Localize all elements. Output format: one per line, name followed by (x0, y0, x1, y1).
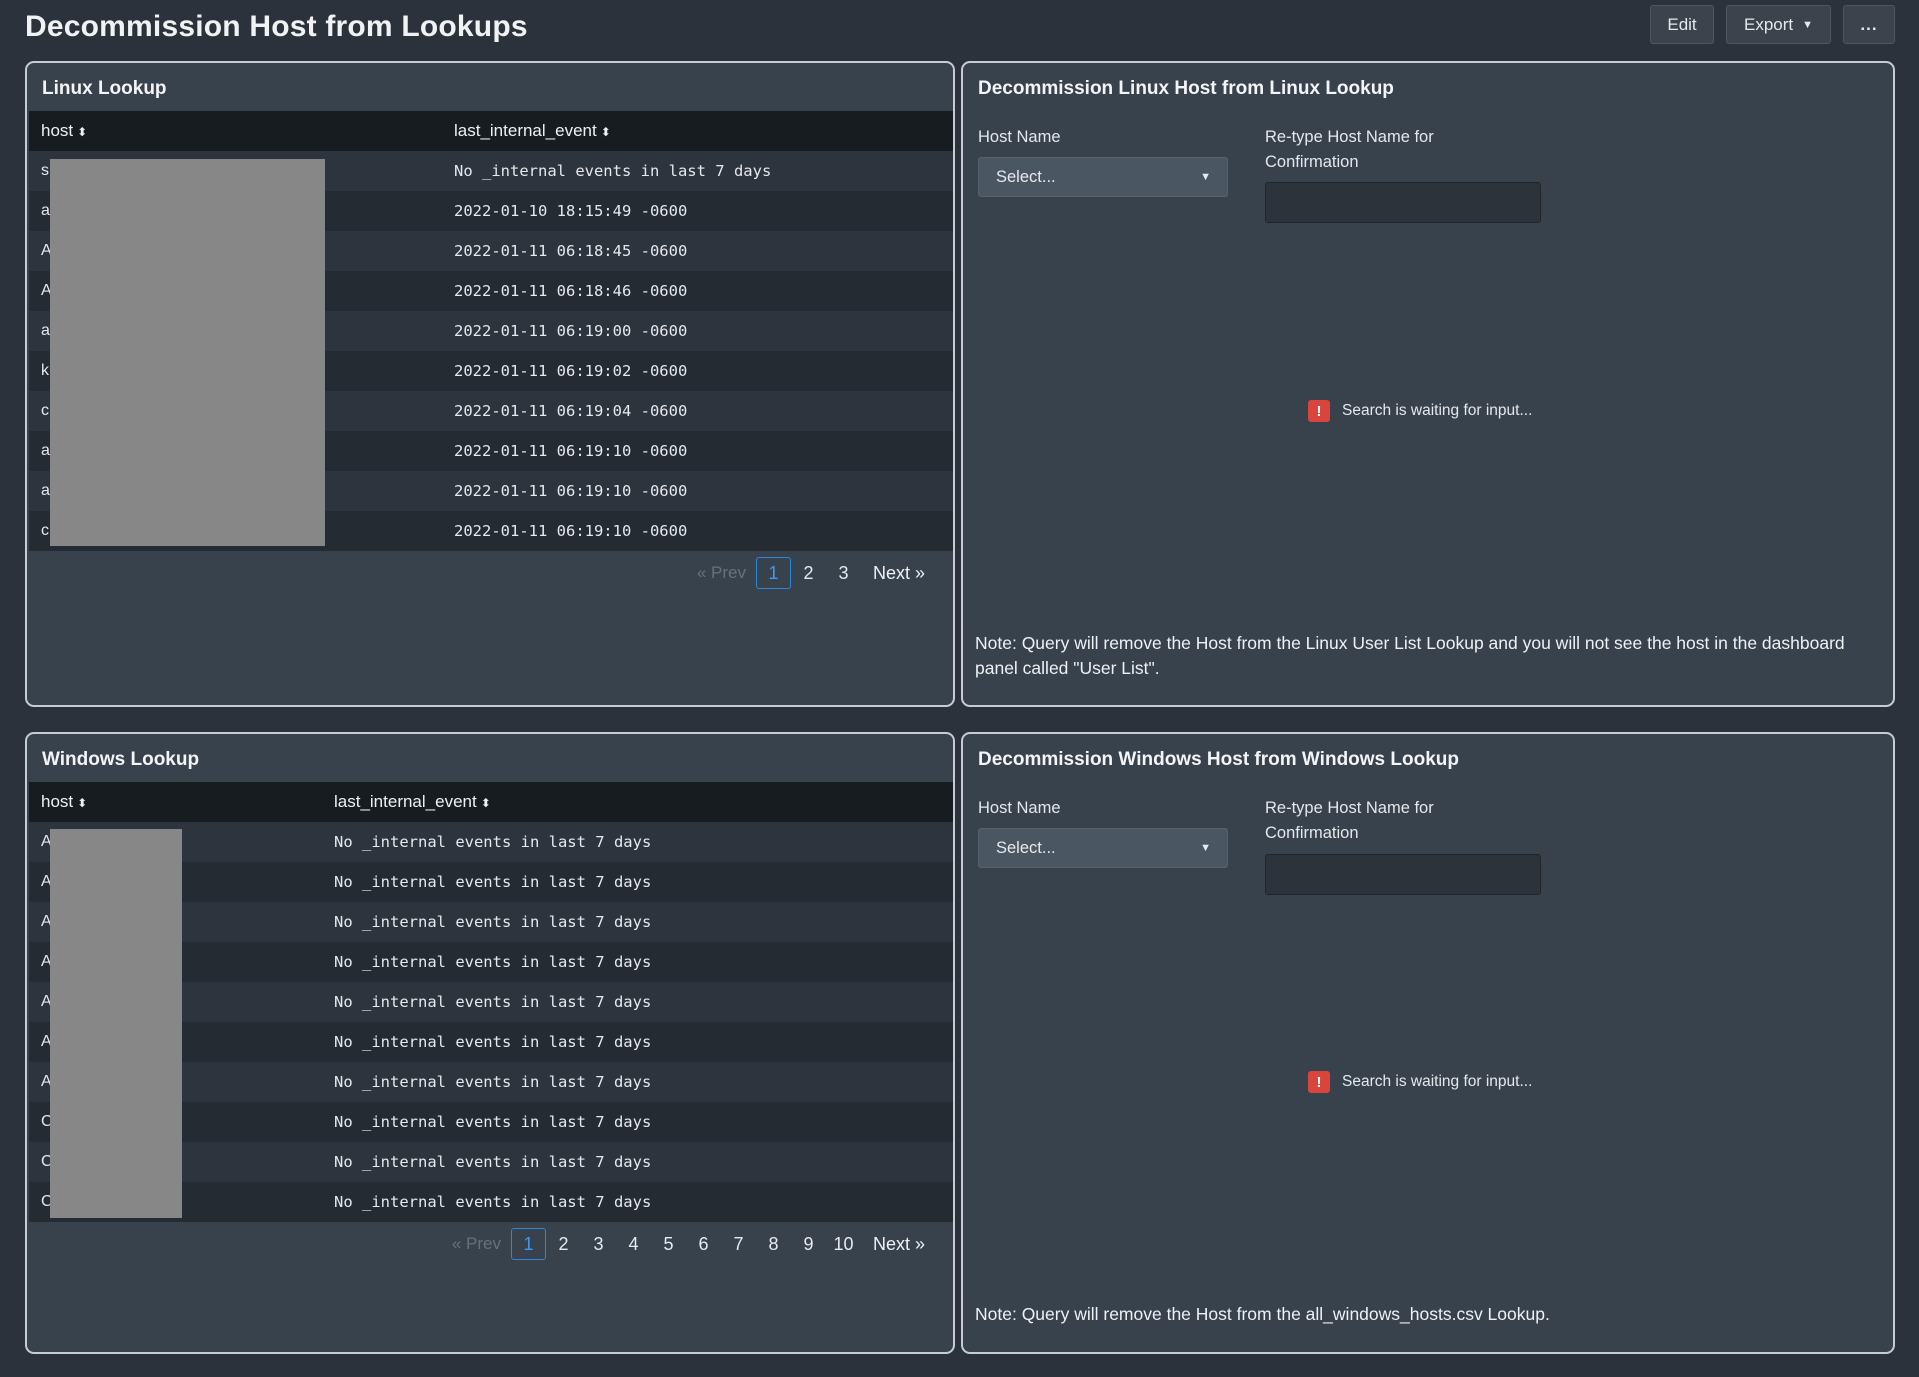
retype-host-label: Re-type Host Name for Confirmation (1265, 128, 1434, 171)
pagination-page[interactable]: 2 (546, 1228, 581, 1260)
pagination-page[interactable]: 4 (616, 1228, 651, 1260)
pagination-page[interactable]: 9 (791, 1228, 826, 1260)
pagination-page[interactable]: 2 (791, 557, 826, 589)
pagination-page[interactable]: 3 (581, 1228, 616, 1260)
host-name-label: Host Name (978, 799, 1061, 817)
event-cell: No _internal events in last 7 days (322, 902, 953, 942)
event-cell: No _internal events in last 7 days (322, 1182, 953, 1222)
search-waiting-message: ! Search is waiting for input... (1308, 400, 1532, 422)
event-cell: No _internal events in last 7 days (322, 942, 953, 982)
pagination-prev: « Prev (451, 1234, 501, 1253)
pagination-page[interactable]: 1 (755, 557, 791, 589)
pagination-page[interactable]: 6 (686, 1228, 721, 1260)
event-cell: No _internal events in last 7 days (322, 1102, 953, 1142)
caret-down-icon: ▼ (1200, 171, 1211, 183)
event-cell: 2022-01-11 06:19:10 -0600 (442, 511, 953, 551)
event-cell: No _internal events in last 7 days (322, 822, 953, 862)
host-name-select[interactable]: Select... ▼ (978, 157, 1228, 197)
column-header-last-internal-event[interactable]: last_internal_event ⬍ (322, 782, 953, 822)
select-placeholder: Select... (996, 167, 1056, 186)
export-button-label: Export (1743, 14, 1794, 34)
column-header-host[interactable]: host ⬍ (29, 782, 322, 822)
redaction-box (50, 159, 325, 546)
event-cell: 2022-01-11 06:19:04 -0600 (442, 391, 953, 431)
pagination-prev: « Prev (696, 563, 746, 582)
pagination-next[interactable]: Next » (873, 1234, 925, 1255)
windows-lookup-panel: Windows Lookup host ⬍ last_internal_event… (25, 732, 955, 1354)
column-header-last-internal-event[interactable]: last_internal_event ⬍ (442, 111, 953, 151)
export-button[interactable]: Export ▼ (1726, 5, 1831, 44)
event-cell: 2022-01-11 06:19:10 -0600 (442, 431, 953, 471)
event-cell: 2022-01-11 06:19:10 -0600 (442, 471, 953, 511)
pagination-page[interactable]: 5 (651, 1228, 686, 1260)
caret-down-icon: ▼ (1802, 18, 1814, 31)
sort-icon: ⬍ (77, 796, 88, 810)
edit-button[interactable]: Edit (1650, 5, 1714, 44)
panel-title: Decommission Windows Host from Windows L… (978, 749, 1460, 770)
event-cell: 2022-01-11 06:18:46 -0600 (442, 271, 953, 311)
retype-host-input[interactable] (1265, 182, 1541, 223)
pagination-page[interactable]: 1 (510, 1228, 546, 1260)
warning-icon: ! (1308, 1071, 1330, 1093)
windows-decommission-panel: Decommission Windows Host from Windows L… (961, 732, 1895, 1354)
pagination-next[interactable]: Next » (873, 563, 925, 584)
retype-host-label: Re-type Host Name for Confirmation (1265, 799, 1434, 842)
warning-icon: ! (1308, 400, 1330, 422)
host-name-label: Host Name (978, 128, 1061, 146)
event-cell: No _internal events in last 7 days (322, 982, 953, 1022)
select-placeholder: Select... (996, 838, 1056, 857)
event-cell: No _internal events in last 7 days (442, 151, 953, 191)
more-actions-button[interactable]: ... (1843, 5, 1895, 44)
panel-title: Decommission Linux Host from Linux Looku… (978, 78, 1394, 99)
search-waiting-message: ! Search is waiting for input... (1308, 1071, 1532, 1093)
redaction-box (50, 829, 182, 1218)
panel-title: Windows Lookup (42, 749, 200, 770)
pagination-page[interactable]: 7 (721, 1228, 756, 1260)
note-text: Note: Query will remove the Host from th… (975, 633, 1845, 678)
linux-lookup-panel: Linux Lookup host ⬍ last_internal_event ⬍ … (25, 61, 955, 707)
pagination: « Prev 1 2 3 Next » (697, 557, 925, 589)
event-cell: No _internal events in last 7 days (322, 1142, 953, 1182)
toolbar: Edit Export ▼ ... (1650, 5, 1895, 44)
sort-icon: ⬍ (600, 125, 611, 139)
pagination: « Prev 1 2 3 4 5 6 7 8 9 10 Next » (452, 1228, 925, 1260)
event-cell: 2022-01-11 06:18:45 -0600 (442, 231, 953, 271)
event-cell: No _internal events in last 7 days (322, 1022, 953, 1062)
event-cell: No _internal events in last 7 days (322, 862, 953, 902)
note-text: Note: Query will remove the Host from th… (975, 1304, 1550, 1324)
pagination-page[interactable]: 8 (756, 1228, 791, 1260)
event-cell: No _internal events in last 7 days (322, 1062, 953, 1102)
retype-host-input[interactable] (1265, 854, 1541, 895)
column-header-host[interactable]: host ⬍ (29, 111, 442, 151)
panel-title: Linux Lookup (42, 78, 167, 99)
sort-icon: ⬍ (480, 796, 491, 810)
caret-down-icon: ▼ (1200, 842, 1211, 854)
host-name-select[interactable]: Select... ▼ (978, 828, 1228, 868)
sort-icon: ⬍ (77, 125, 88, 139)
dashboard: Decommission Host from Lookups Edit Expo… (0, 0, 1919, 1377)
pagination-page[interactable]: 3 (826, 557, 861, 589)
event-cell: 2022-01-11 06:19:02 -0600 (442, 351, 953, 391)
event-cell: 2022-01-10 18:15:49 -0600 (442, 191, 953, 231)
event-cell: 2022-01-11 06:19:00 -0600 (442, 311, 953, 351)
page-title: Decommission Host from Lookups (25, 10, 528, 43)
linux-decommission-panel: Decommission Linux Host from Linux Looku… (961, 61, 1895, 707)
pagination-page[interactable]: 10 (826, 1228, 861, 1260)
